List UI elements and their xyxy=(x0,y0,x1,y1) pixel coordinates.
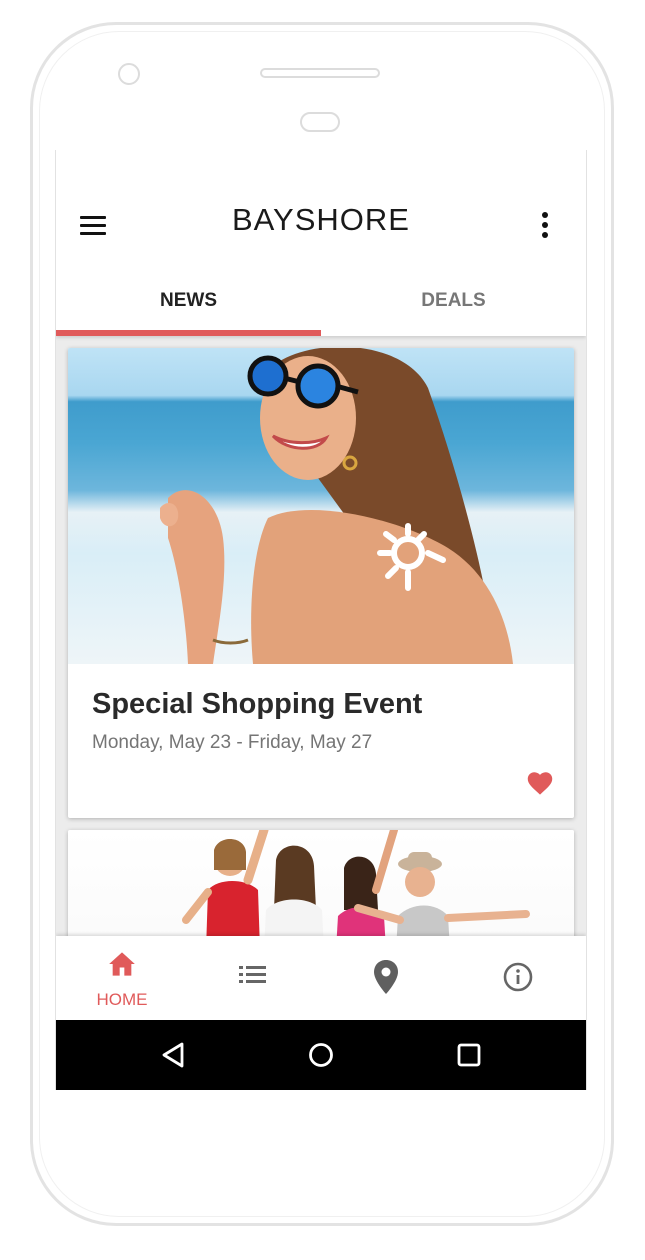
app-bar: BAYSHORE NEWS DEALS xyxy=(56,150,586,336)
app-screen: BAYSHORE NEWS DEALS Special Shopping Eve… xyxy=(55,150,587,1090)
info-icon xyxy=(503,962,533,992)
news-card[interactable]: Special Shopping Event Monday, May 23 - … xyxy=(68,348,574,818)
nav-label-home: HOME xyxy=(96,990,148,1009)
location-pin-icon xyxy=(374,960,398,994)
card-title: Special Shopping Event xyxy=(92,688,423,720)
nav-item-list[interactable] xyxy=(188,936,320,1020)
recents-icon[interactable] xyxy=(452,1038,486,1072)
proximity-sensor xyxy=(300,112,340,132)
list-icon xyxy=(239,966,266,983)
group-of-friends-dancing-photo xyxy=(68,830,574,950)
front-camera xyxy=(118,63,140,85)
card-date-range: Monday, May 23 - Friday, May 27 xyxy=(92,732,373,753)
favorite-heart-icon[interactable] xyxy=(526,770,554,796)
friends-photo-illustration xyxy=(182,830,530,950)
tab-news[interactable]: NEWS xyxy=(56,274,321,334)
back-icon[interactable] xyxy=(156,1038,190,1072)
nav-item-location[interactable] xyxy=(320,936,452,1020)
earpiece-speaker xyxy=(260,68,380,78)
home-circle-icon[interactable] xyxy=(304,1038,338,1072)
app-title: BAYSHORE xyxy=(232,202,410,237)
tab-deals[interactable]: DEALS xyxy=(321,274,586,334)
home-icon xyxy=(109,952,135,976)
more-vert-icon[interactable] xyxy=(534,210,554,240)
system-navigation-bar xyxy=(56,1020,586,1090)
active-tab-indicator xyxy=(56,330,321,336)
beach-photo-illustration xyxy=(160,348,513,664)
news-card[interactable] xyxy=(68,830,574,950)
nav-item-home[interactable]: HOME xyxy=(56,936,188,1020)
nav-item-info[interactable] xyxy=(452,936,584,1020)
bottom-navigation: HOME xyxy=(56,936,586,1020)
woman-with-sunglasses-beach-photo xyxy=(68,348,574,664)
